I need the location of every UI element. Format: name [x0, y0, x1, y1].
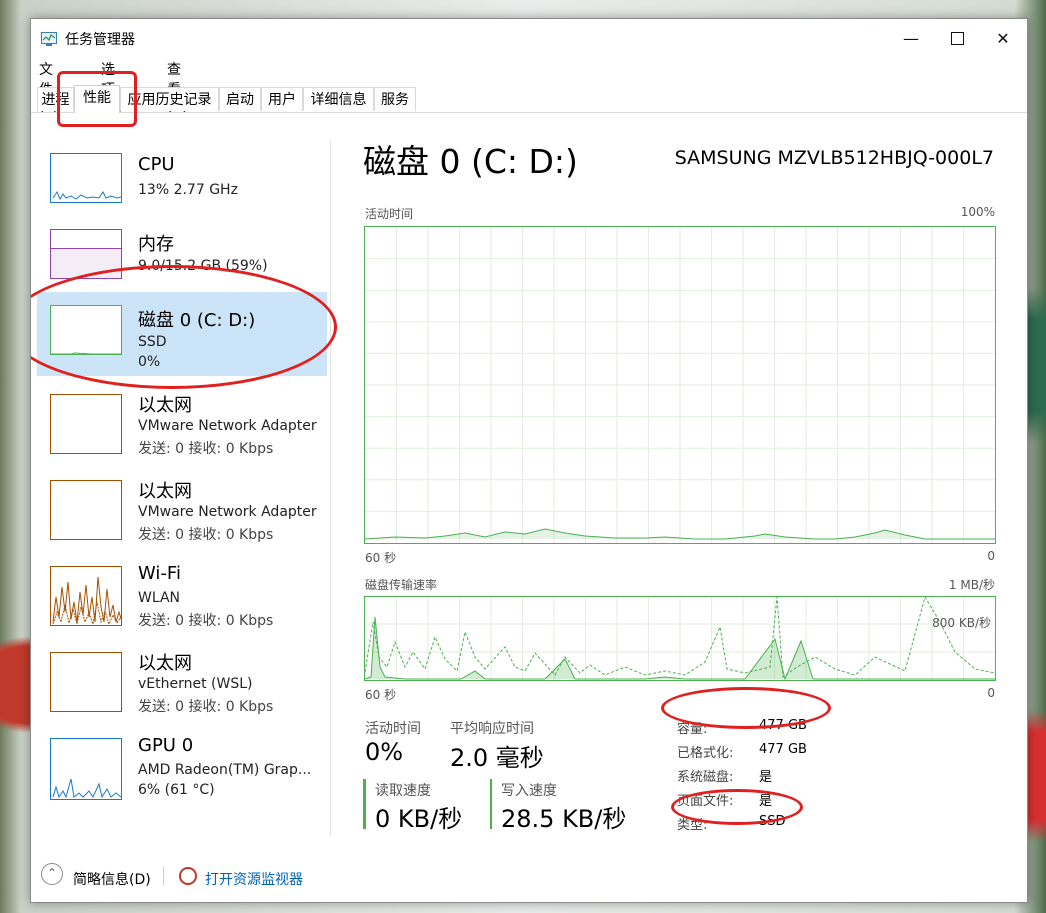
- maximize-icon: [950, 31, 964, 45]
- cpu-thumbnail-graph: [50, 153, 122, 203]
- tab-users[interactable]: 用户: [261, 87, 303, 111]
- active-time-graph: [364, 226, 996, 544]
- disk-detail-panel: 磁盘 0 (C: D:) SAMSUNG MZVLB512HBJQ-000L7 …: [363, 113, 1023, 843]
- sidebar-item-throughput: 发送: 0 接收: 0 Kbps: [138, 441, 274, 457]
- sidebar-item-ethernet-1[interactable]: 以太网 VMware Network Adapter 发送: 0 接收: 0 K…: [37, 379, 327, 463]
- transfer-rate-graph-label: 磁盘传输速率: [365, 578, 438, 592]
- open-resource-monitor-link[interactable]: 打开资源监视器: [205, 869, 303, 889]
- title-bar: 任务管理器 — ✕: [31, 19, 1027, 57]
- capacity-value: 477 GB: [759, 718, 807, 733]
- active-time-graph-time-start: 60 秒: [365, 551, 397, 565]
- close-icon: ✕: [996, 28, 1010, 48]
- active-time-graph-max: 100%: [960, 205, 995, 219]
- sidebar-item-ethernet-wsl[interactable]: 以太网 vEthernet (WSL) 发送: 0 接收: 0 Kbps: [37, 637, 327, 721]
- ethernet-thumbnail-graph: [50, 480, 122, 540]
- sidebar-item-disk-0[interactable]: 磁盘 0 (C: D:) SSD 0%: [37, 292, 327, 376]
- minimize-button[interactable]: —: [888, 19, 934, 57]
- task-manager-icon: [41, 31, 57, 46]
- tab-app-history[interactable]: 应用历史记录: [120, 87, 219, 111]
- memory-thumbnail-graph: [50, 229, 122, 279]
- active-time-graph-time-end: 0: [987, 549, 995, 563]
- maximize-button[interactable]: [934, 19, 980, 57]
- tab-details[interactable]: 详细信息: [303, 87, 374, 111]
- transfer-rate-graph-time-start: 60 秒: [365, 688, 397, 702]
- sidebar-item-name: 内存: [138, 234, 174, 255]
- footer-bar: ⌃ 简略信息(D) 打开资源监视器: [31, 855, 1027, 901]
- sidebar-item-usage: 6% (61 °C): [138, 782, 215, 798]
- sidebar-item-wifi[interactable]: Wi-Fi WLAN 发送: 0 接收: 0 Kbps: [37, 551, 327, 635]
- sidebar-item-detail: SSD: [138, 334, 167, 350]
- sidebar-item-detail: 9.0/15.2 GB (59%): [138, 258, 268, 274]
- sidebar-item-gpu-0[interactable]: GPU 0 AMD Radeon(TM) Grap... 6% (61 °C): [37, 723, 327, 807]
- sidebar-item-detail: WLAN: [138, 590, 181, 606]
- write-speed-label: 写入速度: [501, 783, 557, 799]
- tab-bar: 进程 性能 应用历史记录 启动 用户 详细信息 服务: [31, 85, 1027, 113]
- response-time-value: 2.0 毫秒: [450, 744, 544, 772]
- transfer-rate-marker: 800 KB/秒: [932, 616, 991, 630]
- active-time-label: 活动时间: [365, 721, 421, 737]
- sidebar-item-throughput: 发送: 0 接收: 0 Kbps: [138, 699, 274, 715]
- disk-model: SAMSUNG MZVLB512HBJQ-000L7: [674, 147, 994, 169]
- tab-processes[interactable]: 进程: [37, 87, 74, 111]
- sidebar-item-throughput: 发送: 0 接收: 0 Kbps: [138, 527, 274, 543]
- chevron-up-icon[interactable]: ⌃: [41, 863, 63, 885]
- task-manager-window: 任务管理器 — ✕ 文件(F) 选项(O) 查看(V) 进程 性能 应用历史记录…: [30, 18, 1028, 903]
- close-button[interactable]: ✕: [980, 19, 1026, 57]
- read-speed-value: 0 KB/秒: [375, 805, 463, 833]
- transfer-rate-graph-time-end: 0: [987, 686, 995, 700]
- system-disk-label: 系统磁盘:: [677, 770, 734, 785]
- sidebar-item-name: 以太网: [138, 653, 192, 674]
- disk-thumbnail-graph: [50, 305, 122, 355]
- capacity-label: 容量:: [677, 722, 708, 737]
- footer-divider: [163, 867, 164, 885]
- sidebar-item-detail: VMware Network Adapter: [138, 418, 317, 434]
- ethernet-thumbnail-graph: [50, 394, 122, 454]
- type-value: SSD: [759, 814, 786, 829]
- ethernet-thumbnail-graph: [50, 652, 122, 712]
- wifi-thumbnail-graph: [50, 566, 122, 626]
- sidebar-item-memory[interactable]: 内存 9.0/15.2 GB (59%): [37, 216, 327, 300]
- sidebar-item-detail: vEthernet (WSL): [138, 676, 253, 692]
- sidebar-item-name: Wi-Fi: [138, 563, 181, 584]
- sidebar-item-usage: 0%: [138, 354, 161, 370]
- read-speed-label: 读取速度: [375, 783, 431, 799]
- sidebar-item-detail: VMware Network Adapter: [138, 504, 317, 520]
- read-speed-indicator: [363, 779, 366, 829]
- formatted-label: 已格式化:: [677, 746, 734, 761]
- transfer-rate-graph-max: 1 MB/秒: [948, 578, 995, 592]
- formatted-value: 477 GB: [759, 742, 807, 757]
- sidebar-item-name: CPU: [138, 154, 175, 175]
- system-disk-value: 是: [759, 770, 773, 785]
- type-label: 类型:: [677, 818, 708, 833]
- sidebar-item-throughput: 发送: 0 接收: 0 Kbps: [138, 613, 274, 629]
- sidebar-divider: [330, 141, 331, 836]
- sidebar-item-ethernet-2[interactable]: 以太网 VMware Network Adapter 发送: 0 接收: 0 K…: [37, 465, 327, 549]
- page-file-label: 页面文件:: [677, 794, 734, 809]
- sidebar-item-name: 磁盘 0 (C: D:): [138, 310, 256, 331]
- active-time-value: 0%: [365, 738, 404, 766]
- tab-services[interactable]: 服务: [374, 87, 416, 111]
- resource-monitor-icon: [179, 867, 197, 885]
- response-time-label: 平均响应时间: [450, 721, 534, 737]
- tab-startup[interactable]: 启动: [219, 87, 261, 111]
- disk-title: 磁盘 0 (C: D:): [363, 142, 578, 181]
- gpu-thumbnail-graph: [50, 738, 122, 800]
- tab-performance[interactable]: 性能: [74, 85, 120, 113]
- page-file-value: 是: [759, 794, 773, 809]
- write-speed-value: 28.5 KB/秒: [501, 805, 627, 833]
- sidebar-item-name: GPU 0: [138, 735, 194, 756]
- write-speed-indicator: [490, 779, 492, 829]
- active-time-graph-label: 活动时间: [365, 207, 414, 221]
- minimize-icon: —: [903, 28, 919, 48]
- sidebar-item-name: 以太网: [138, 395, 192, 416]
- fewer-details-link[interactable]: 简略信息(D): [73, 869, 151, 889]
- sidebar-item-name: 以太网: [138, 481, 192, 502]
- sidebar-item-cpu[interactable]: CPU 13% 2.77 GHz: [37, 140, 327, 224]
- resource-sidebar: CPU 13% 2.77 GHz 内存 9.0/15.2 GB (59%) 磁盘…: [31, 113, 331, 843]
- window-title: 任务管理器: [65, 32, 135, 48]
- sidebar-item-detail: AMD Radeon(TM) Grap...: [138, 762, 312, 778]
- transfer-rate-graph: 800 KB/秒: [364, 596, 996, 681]
- sidebar-item-detail: 13% 2.77 GHz: [138, 182, 238, 198]
